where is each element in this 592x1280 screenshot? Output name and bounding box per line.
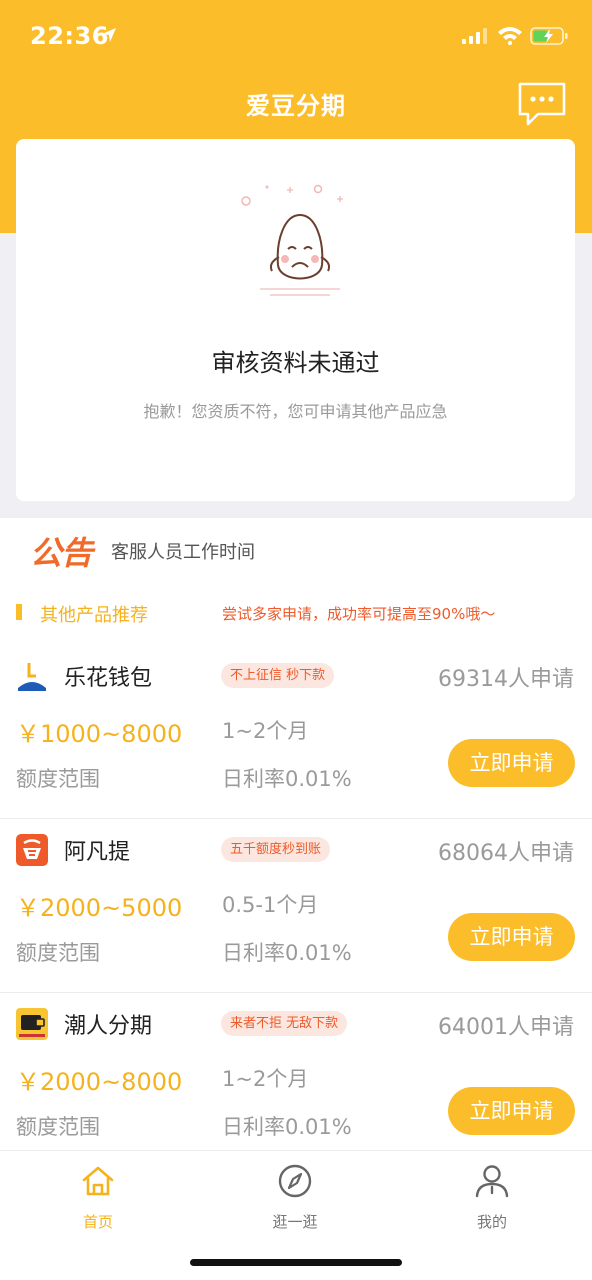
- battery-icon: [530, 27, 568, 45]
- product-name: 潮人分期: [64, 1014, 153, 1039]
- afanti-logo-icon: [16, 834, 48, 866]
- cellular-signal-icon: [462, 28, 487, 44]
- location-arrow-icon: [102, 28, 116, 42]
- applicant-count: 64001人申请: [438, 1015, 574, 1040]
- chaoren-installment-logo-icon: [16, 1008, 48, 1040]
- section-title: 其他产品推荐: [40, 605, 148, 626]
- lehua-wallet-logo-icon: [16, 660, 48, 692]
- product-tag: 不上征信 秒下款: [221, 663, 335, 688]
- apply-button[interactable]: 立即申请: [448, 1087, 575, 1135]
- product-name: 阿凡提: [64, 840, 131, 865]
- applicant-count: 68064人申请: [438, 841, 574, 866]
- apply-button[interactable]: 立即申请: [448, 739, 575, 787]
- product-card[interactable]: 乐花钱包 不上征信 秒下款 69314人申请 ￥1000~8000 1~2个月 …: [0, 646, 592, 819]
- sad-bean-mascot-icon: [241, 184, 343, 296]
- tab-label: 我的: [476, 1213, 507, 1231]
- tab-label: 首页: [82, 1213, 113, 1231]
- daily-rate: 日利率0.01%: [222, 1115, 352, 1139]
- review-status-card: 审核资料未通过 抱歉！您资质不符，您可申请其他产品应急: [16, 139, 575, 501]
- wifi-icon: [498, 27, 522, 45]
- loan-term: 0.5-1个月: [222, 893, 319, 917]
- loan-range-label: 额度范围: [16, 941, 100, 965]
- product-card[interactable]: 潮人分期 来者不拒 无敌下款 64001人申请 ￥2000~8000 1~2个月…: [0, 994, 592, 1167]
- tab-home[interactable]: 首页: [38, 1159, 158, 1235]
- section-header: 其他产品推荐 尝试多家申请，成功率可提高至90%哦～: [0, 598, 592, 628]
- user-icon: [475, 1165, 509, 1198]
- loan-range-label: 额度范围: [16, 767, 100, 791]
- loan-term: 1~2个月: [222, 1067, 309, 1091]
- product-tag: 五千额度秒到账: [221, 837, 331, 862]
- product-tag: 来者不拒 无敌下款: [221, 1011, 348, 1036]
- product-name: 乐花钱包: [64, 666, 153, 691]
- status-time: 22:36: [30, 22, 109, 50]
- loan-range: ￥2000~8000: [16, 1068, 183, 1096]
- notice-text: 客服人员工作时间: [111, 542, 255, 563]
- section-accent-bar: [16, 604, 22, 620]
- tab-explore[interactable]: 逛一逛: [235, 1159, 355, 1235]
- apply-button[interactable]: 立即申请: [448, 913, 575, 961]
- notice-badge: 公告: [30, 534, 93, 572]
- status-bar: 22:36: [0, 0, 592, 70]
- daily-rate: 日利率0.01%: [222, 941, 352, 965]
- tab-mine[interactable]: 我的: [432, 1159, 552, 1235]
- loan-range: ￥1000~8000: [16, 720, 183, 748]
- compass-icon: [278, 1164, 312, 1198]
- main-content: 公告 客服人员工作时间 其他产品推荐 尝试多家申请，成功率可提高至90%哦～ 乐…: [0, 518, 592, 1150]
- review-status-description: 抱歉！您资质不符，您可申请其他产品应急: [143, 402, 448, 421]
- message-icon[interactable]: [516, 80, 568, 128]
- home-icon: [82, 1166, 114, 1196]
- notice-bar[interactable]: 公告 客服人员工作时间: [0, 518, 592, 582]
- page-title: 爱豆分期: [246, 92, 346, 120]
- home-indicator[interactable]: [190, 1259, 402, 1266]
- loan-range: ￥2000~5000: [16, 894, 183, 922]
- section-tip: 尝试多家申请，成功率可提高至90%哦～: [222, 605, 496, 623]
- loan-term: 1~2个月: [222, 719, 309, 743]
- applicant-count: 69314人申请: [438, 667, 574, 692]
- product-card[interactable]: 阿凡提 五千额度秒到账 68064人申请 ￥2000~5000 0.5-1个月 …: [0, 820, 592, 993]
- review-status-title: 审核资料未通过: [211, 349, 380, 377]
- daily-rate: 日利率0.01%: [222, 767, 352, 791]
- loan-range-label: 额度范围: [16, 1115, 100, 1139]
- tab-label: 逛一逛: [272, 1213, 318, 1231]
